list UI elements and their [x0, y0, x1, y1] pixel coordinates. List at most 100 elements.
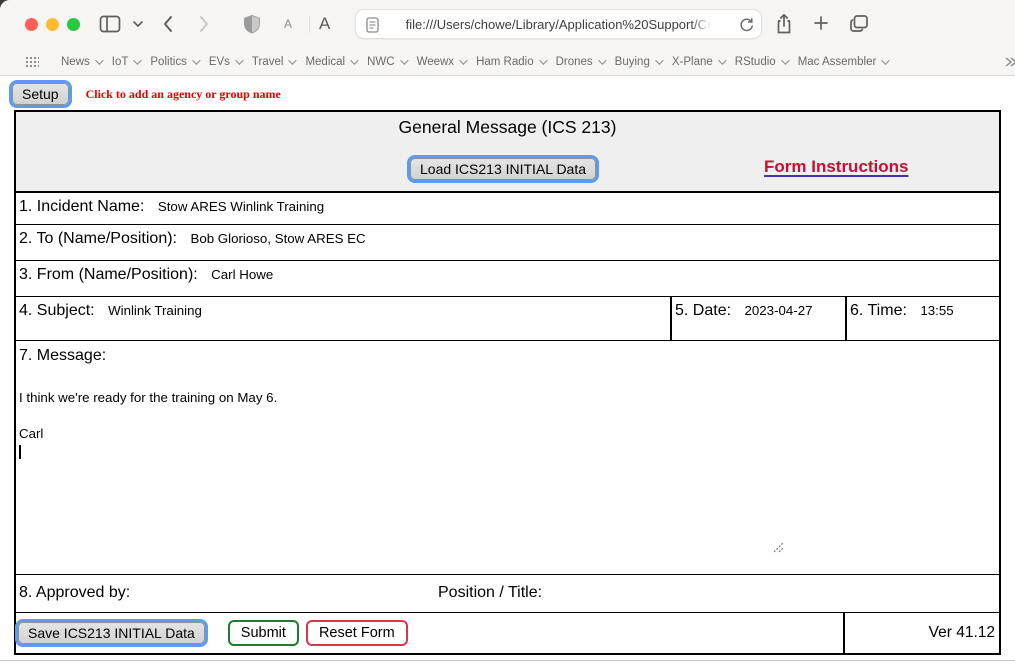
bookmark-mac-assembler[interactable]: Mac Assembler [798, 56, 888, 68]
time-cell[interactable]: 6. Time: 13:55 [845, 297, 999, 340]
date-value[interactable]: 2023-04-27 [744, 303, 812, 318]
chevron-down-icon [718, 56, 726, 64]
subject-label: 4. Subject: [19, 302, 95, 319]
chevron-down-icon [400, 56, 408, 64]
bookmark-label: RStudio [735, 56, 776, 68]
footer-buttons: Save ICS213 INITIAL Data Submit Reset Fo… [16, 613, 843, 653]
bookmark-x-plane[interactable]: X-Plane [672, 56, 724, 68]
bookmark-label: IoT [112, 56, 129, 68]
time-label: 6. Time: [850, 302, 907, 319]
zoom-window-button[interactable] [67, 18, 80, 31]
from-value[interactable]: Carl Howe [211, 267, 273, 282]
approved-by-row[interactable]: 8. Approved by: Position / Title: [16, 575, 999, 613]
chevron-down-icon [655, 56, 663, 64]
bookmark-evs[interactable]: EVs [209, 56, 241, 68]
load-initial-data-button[interactable]: Load ICS213 INITIAL Data [410, 158, 596, 180]
back-button-icon[interactable] [162, 15, 174, 33]
incident-name-value[interactable]: Stow ARES Winlink Training [158, 199, 324, 214]
decrease-text-size-icon[interactable]: A [284, 17, 292, 31]
bookmark-label: NWC [367, 56, 394, 68]
approved-by-label: 8. Approved by: [16, 575, 130, 602]
message-row: 7. Message: I think we're ready for the … [16, 341, 999, 575]
form-title: General Message (ICS 213) [16, 117, 999, 138]
bookmark-rstudio[interactable]: RStudio [735, 56, 787, 68]
bookmark-label: Weewx [417, 56, 455, 68]
bookmark-travel[interactable]: Travel [252, 56, 295, 68]
chevron-down-icon [95, 56, 103, 64]
setup-button[interactable]: Setup [12, 83, 69, 105]
increase-text-size-icon[interactable]: A [319, 14, 330, 34]
bookmarks-bar: News IoT Politics EVs Travel Medical NWC… [0, 48, 1015, 76]
to-label: 2. To (Name/Position): [19, 230, 177, 247]
position-title-label: Position / Title: [438, 584, 542, 602]
reset-form-button[interactable]: Reset Form [306, 620, 408, 646]
subject-date-time-row: 4. Subject: Winlink Training 5. Date: 20… [16, 297, 999, 341]
incident-name-label: 1. Incident Name: [19, 198, 144, 215]
favorites-grid-icon[interactable] [25, 56, 39, 67]
bookmark-politics[interactable]: Politics [150, 56, 197, 68]
bookmark-nwc[interactable]: NWC [367, 56, 405, 68]
bookmark-label: EVs [209, 56, 230, 68]
form-footer-row: Save ICS213 INITIAL Data Submit Reset Fo… [16, 613, 999, 653]
message-textarea[interactable]: I think we're ready for the training on … [19, 389, 789, 461]
window-controls [25, 18, 80, 31]
version-cell: Ver 41.12 [843, 613, 999, 653]
address-bar[interactable]: file:///Users/chowe/Library/Application%… [355, 9, 762, 39]
web-page: Setup Click to add an agency or group na… [0, 76, 1015, 665]
date-cell[interactable]: 5. Date: 2023-04-27 [670, 297, 845, 340]
subject-value[interactable]: Winlink Training [108, 303, 202, 318]
browser-toolbar: A A file:///Users/chowe/Library/Applicat… [0, 0, 1015, 48]
subject-cell[interactable]: 4. Subject: Winlink Training [16, 297, 670, 340]
minimize-window-button[interactable] [46, 18, 59, 31]
chevron-down-icon [350, 56, 358, 64]
date-label: 5. Date: [675, 302, 731, 319]
browser-window: A A file:///Users/chowe/Library/Applicat… [0, 0, 1015, 665]
bookmark-news[interactable]: News [61, 56, 101, 68]
url-text[interactable]: file:///Users/chowe/Library/Application%… [406, 17, 712, 32]
bookmark-label: X-Plane [672, 56, 713, 68]
share-icon[interactable] [775, 13, 793, 35]
chevron-down-icon [539, 56, 547, 64]
bookmark-label: News [61, 56, 90, 68]
reload-icon[interactable] [739, 17, 754, 38]
chevron-down-icon [134, 56, 142, 64]
from-label: 3. From (Name/Position): [19, 266, 198, 283]
bookmark-drones[interactable]: Drones [556, 56, 604, 68]
chevron-down-icon [459, 56, 467, 64]
close-window-button[interactable] [25, 18, 38, 31]
to-row[interactable]: 2. To (Name/Position): Bob Glorioso, Sto… [16, 225, 999, 261]
time-value[interactable]: 13:55 [920, 303, 953, 318]
bookmark-medical[interactable]: Medical [305, 56, 356, 68]
bookmark-iot[interactable]: IoT [112, 56, 140, 68]
bookmarks-overflow-icon[interactable] [1003, 55, 1015, 73]
chevron-down-icon [881, 56, 889, 64]
privacy-shield-icon[interactable] [243, 14, 261, 34]
bookmark-ham-radio[interactable]: Ham Radio [476, 56, 545, 68]
bookmark-label: Ham Radio [476, 56, 534, 68]
setup-row: Setup Click to add an agency or group na… [12, 83, 281, 105]
from-row[interactable]: 3. From (Name/Position): Carl Howe [16, 261, 999, 297]
to-value[interactable]: Bob Glorioso, Stow ARES EC [190, 231, 365, 246]
chevron-down-icon [192, 56, 200, 64]
bookmark-label: Drones [556, 56, 593, 68]
incident-name-row[interactable]: 1. Incident Name: Stow ARES Winlink Trai… [16, 193, 999, 225]
sidebar-toggle-icon[interactable] [99, 15, 121, 33]
ics213-form: General Message (ICS 213) Load ICS213 IN… [14, 110, 1001, 655]
submit-button[interactable]: Submit [228, 620, 299, 646]
tab-overview-icon[interactable] [849, 14, 869, 33]
save-initial-data-button[interactable]: Save ICS213 INITIAL Data [18, 622, 205, 644]
sidebar-chevron-down-icon[interactable] [132, 20, 144, 28]
bookmark-label: Mac Assembler [798, 56, 877, 68]
bookmark-weewx[interactable]: Weewx [417, 56, 466, 68]
textarea-resize-grip-icon[interactable] [773, 540, 785, 558]
bookmark-label: Travel [252, 56, 284, 68]
bookmark-buying[interactable]: Buying [615, 56, 661, 68]
forward-button-icon[interactable] [198, 15, 210, 33]
setup-hint-text: Click to add an agency or group name [86, 87, 281, 102]
version-text: Ver 41.12 [929, 624, 995, 642]
message-text: I think we're ready for the training on … [19, 390, 277, 441]
form-instructions-link[interactable]: Form Instructions [764, 157, 909, 177]
chevron-down-icon [235, 56, 243, 64]
message-label: 7. Message: [16, 341, 999, 365]
new-tab-icon[interactable] [812, 14, 830, 32]
